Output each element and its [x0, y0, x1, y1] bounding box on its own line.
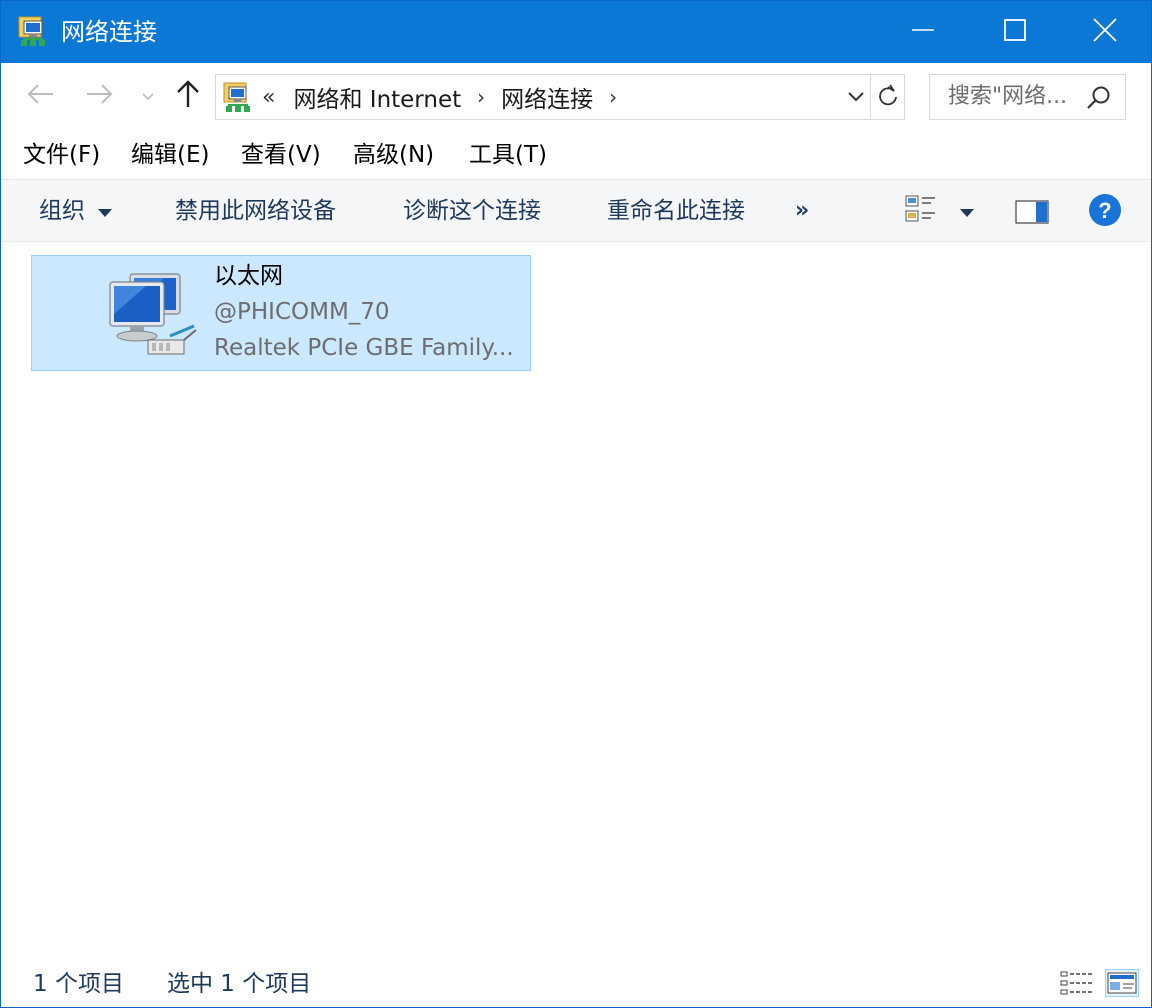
- minimize-icon: [912, 19, 934, 45]
- command-bar: 组织 禁用此网络设备 诊断这个连接 重命名此连接 »: [1, 179, 1151, 242]
- recent-locations-button[interactable]: [137, 77, 159, 115]
- title-bar[interactable]: 网络连接: [1, 1, 1151, 63]
- help-button[interactable]: ?: [1088, 193, 1122, 231]
- menu-bar: 文件(F) 编辑(E) 查看(V) 高级(N) 工具(T): [1, 129, 1151, 179]
- tiles-view-button[interactable]: [1105, 969, 1139, 997]
- address-bar[interactable]: « 网络和 Internet › 网络连接 ›: [215, 74, 905, 120]
- breadcrumb-item-network-internet[interactable]: 网络和 Internet: [293, 80, 461, 114]
- disable-device-button[interactable]: 禁用此网络设备: [175, 192, 336, 230]
- menu-view[interactable]: 查看(V): [241, 137, 321, 173]
- more-commands-button[interactable]: »: [795, 192, 809, 230]
- menu-file[interactable]: 文件(F): [23, 137, 100, 173]
- arrow-left-icon: [27, 83, 55, 109]
- close-button[interactable]: [1059, 1, 1151, 63]
- status-bar: 1 个项目 选中 1 个项目: [1, 959, 1151, 1007]
- preview-pane-button[interactable]: [1015, 198, 1051, 226]
- connections-list: 以太网 @PHICOMM_70 Realtek PCIe GBE Family.…: [1, 242, 1151, 952]
- organize-button[interactable]: 组织: [39, 192, 113, 230]
- close-icon: [1093, 18, 1117, 46]
- selected-count: 选中 1 个项目: [167, 971, 312, 997]
- breadcrumb-separator[interactable]: ›: [609, 85, 617, 109]
- ethernet-adapter-icon: [104, 264, 204, 360]
- arrow-up-icon: [175, 79, 201, 113]
- refresh-button[interactable]: [870, 75, 904, 119]
- connection-adapter: Realtek PCIe GBE Family...: [214, 335, 514, 361]
- details-view-button[interactable]: [1059, 969, 1095, 997]
- change-view-button[interactable]: [905, 194, 985, 230]
- item-count: 1 个项目: [33, 971, 124, 997]
- network-connections-icon: [17, 14, 51, 48]
- chevron-down-icon: [141, 87, 155, 106]
- breadcrumb-item-network-connections[interactable]: 网络连接: [501, 80, 593, 114]
- maximize-button[interactable]: [969, 1, 1061, 63]
- organize-label: 组织: [39, 198, 85, 224]
- connection-name: 以太网: [214, 263, 283, 289]
- menu-advanced[interactable]: 高级(N): [353, 137, 434, 173]
- back-button[interactable]: [23, 77, 59, 115]
- chevron-down-icon: [847, 88, 865, 107]
- search-box[interactable]: 搜索"网络...: [929, 74, 1126, 120]
- arrow-right-icon: [85, 83, 113, 109]
- explorer-window: 网络连接 « 网络和 Internet › 网络连接 › 搜索"网络... 文件…: [0, 0, 1152, 1008]
- dropdown-caret-icon: [97, 192, 113, 230]
- maximize-icon: [1004, 19, 1026, 45]
- dropdown-caret-icon: [959, 203, 975, 222]
- search-icon[interactable]: [1086, 85, 1112, 111]
- address-dropdown-button[interactable]: [842, 75, 870, 119]
- menu-edit[interactable]: 编辑(E): [131, 137, 209, 173]
- minimize-button[interactable]: [877, 1, 969, 63]
- search-placeholder[interactable]: 搜索"网络...: [948, 75, 1067, 119]
- breadcrumb-overflow[interactable]: «: [262, 85, 275, 110]
- menu-tools[interactable]: 工具(T): [469, 137, 547, 173]
- breadcrumb: « 网络和 Internet › 网络连接 ›: [262, 75, 633, 119]
- window-title: 网络连接: [61, 18, 157, 46]
- diagnose-connection-button[interactable]: 诊断这个连接: [403, 192, 541, 230]
- connection-network: @PHICOMM_70: [214, 299, 390, 325]
- rename-connection-button[interactable]: 重命名此连接: [607, 192, 745, 230]
- connection-item-ethernet[interactable]: 以太网 @PHICOMM_70 Realtek PCIe GBE Family.…: [31, 255, 531, 371]
- help-label: ?: [1098, 198, 1111, 223]
- up-button[interactable]: [169, 77, 207, 115]
- refresh-icon: [877, 83, 899, 111]
- view-details-icon: [905, 195, 937, 229]
- breadcrumb-separator[interactable]: ›: [477, 85, 485, 109]
- forward-button[interactable]: [81, 77, 117, 115]
- network-folder-icon: [222, 81, 254, 113]
- navigation-bar: « 网络和 Internet › 网络连接 › 搜索"网络...: [1, 63, 1151, 129]
